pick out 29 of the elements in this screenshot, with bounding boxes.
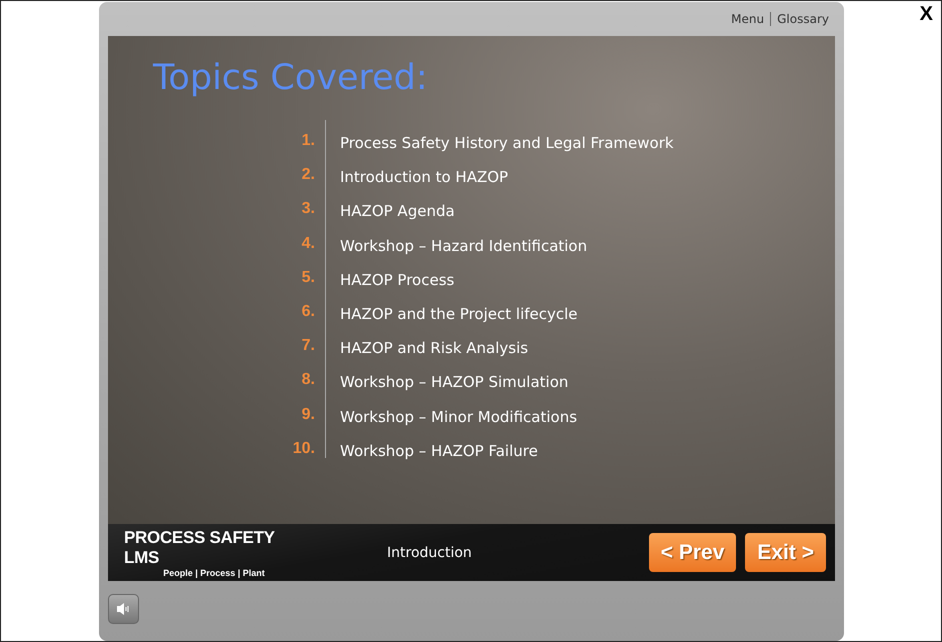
topic-label: HAZOP Process	[340, 270, 456, 291]
topic-label: HAZOP and the Project lifecycle	[340, 304, 579, 325]
topic-number: 6.	[302, 302, 315, 322]
section-title: Introduction	[387, 544, 473, 560]
logo-tagline: People | Process | Plant	[163, 568, 265, 578]
topic-number: 10.	[292, 438, 315, 459]
topic-number: 7.	[302, 336, 315, 356]
topic-label: Introduction to HAZOP	[340, 167, 510, 188]
topic-number: 9.	[302, 404, 315, 424]
topic-number: 4.	[302, 234, 315, 254]
slide-title: Topics Covered:	[153, 58, 429, 98]
topic-label: Process Safety History and Legal Framework	[340, 133, 674, 154]
nav-link[interactable]: Menu	[731, 12, 764, 26]
sound-button[interactable]	[108, 594, 139, 624]
topic-number: 8.	[302, 370, 315, 390]
topic-label: Workshop – HAZOP Simulation	[340, 372, 570, 394]
topic-number: 2.	[302, 165, 315, 186]
close-button[interactable]: X	[918, 3, 935, 26]
topic-label: HAZOP and Risk Analysis	[340, 338, 530, 360]
topic-number: 5.	[302, 268, 315, 288]
logo-title: PROCESS SAFETY LMS	[124, 528, 276, 568]
nav-link[interactable]: Glossary	[777, 12, 829, 26]
topic-label: Workshop – Hazard Identification	[340, 236, 588, 257]
speaker-icon	[116, 602, 132, 616]
topic-label: HAZOP Agenda	[340, 201, 456, 222]
topic-label: Workshop – Minor Modifications	[340, 406, 578, 428]
topic-label: Workshop – HAZOP Failure	[340, 440, 539, 462]
topic-number: 1.	[302, 131, 315, 151]
topic-number: 3.	[302, 199, 315, 220]
